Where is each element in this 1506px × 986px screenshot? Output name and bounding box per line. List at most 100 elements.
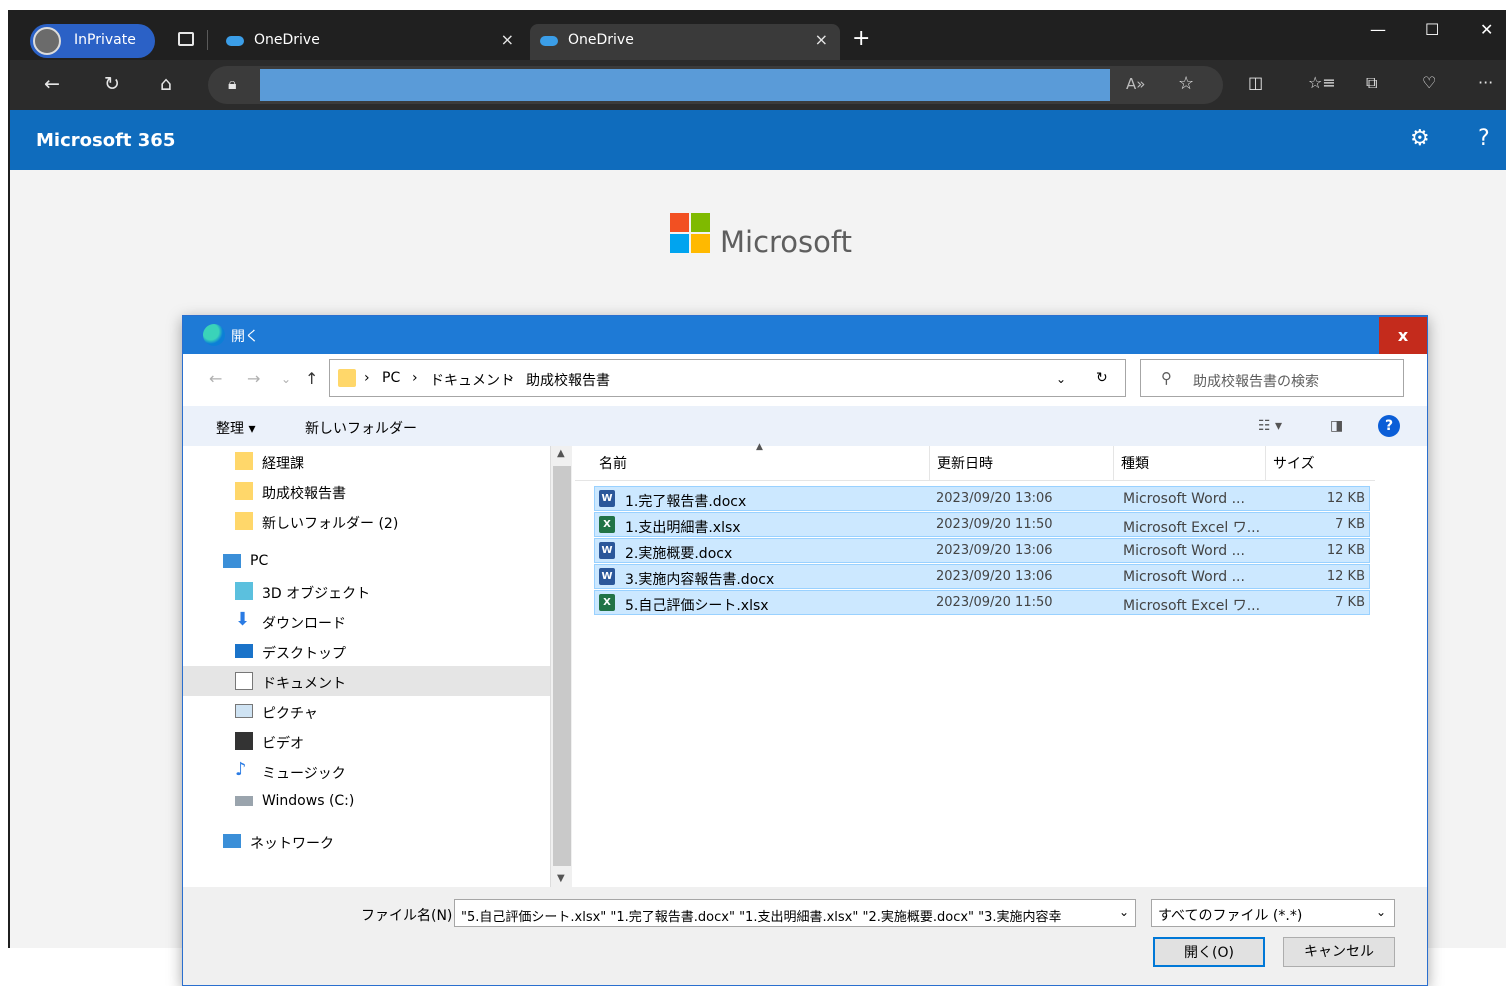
scroll-down-icon[interactable]: ▼ [557, 873, 565, 884]
new-tab-button[interactable]: + [852, 26, 870, 51]
minimize-button[interactable]: — [1370, 20, 1386, 39]
breadcrumb-item-documents[interactable]: ドキュメント [430, 370, 514, 390]
nav-item-downloads[interactable]: ⬇ ダウンロード [183, 606, 550, 636]
favorites-icon[interactable]: ☆≡ [1308, 73, 1336, 92]
file-type: Microsoft Excel ワ... [1123, 520, 1261, 536]
more-icon[interactable]: ··· [1478, 73, 1493, 92]
refresh-icon[interactable]: ↻ [1096, 370, 1108, 386]
tab-actions-icon[interactable] [178, 32, 194, 46]
file-size: 12 KB [1326, 569, 1365, 584]
tab-title: OneDrive [254, 32, 320, 48]
file-row[interactable]: X 5.自己評価シート.xlsx 2023/09/20 11:50 Micros… [594, 590, 1370, 615]
nav-item-label: ビデオ [262, 736, 304, 752]
inprivate-badge[interactable]: InPrivate [30, 24, 155, 58]
path-dropdown-icon[interactable]: ⌄ [1056, 372, 1066, 386]
file-size: 12 KB [1326, 491, 1365, 506]
column-divider [1265, 446, 1266, 480]
chevron-down-icon[interactable]: ⌄ [1119, 905, 1129, 919]
file-type: Microsoft Word ... [1123, 569, 1245, 585]
file-type: Microsoft Word ... [1123, 491, 1245, 507]
nav-item-accounting[interactable]: 経理課 [183, 446, 550, 476]
nav-item-music[interactable]: ♪ ミュージック [183, 756, 550, 786]
settings-icon[interactable]: ⚙ [1410, 126, 1430, 151]
nav-item-pc[interactable]: PC [183, 546, 550, 576]
header-divider [575, 480, 1375, 481]
help-icon[interactable]: ? [1378, 415, 1400, 437]
cancel-button[interactable]: キャンセル [1283, 937, 1395, 967]
nav-item-label: 助成校報告書 [262, 486, 346, 502]
nav-item-videos[interactable]: ビデオ [183, 726, 550, 756]
column-header-type[interactable]: 種類 [1121, 453, 1149, 473]
nav-item-network[interactable]: ネットワーク [183, 826, 550, 856]
download-icon: ⬇ [235, 609, 251, 630]
nav-item-new-folder-2[interactable]: 新しいフォルダー (2) [183, 506, 550, 536]
refresh-icon[interactable]: ↻ [104, 73, 120, 95]
nav-item-windows-c[interactable]: Windows (C:) [183, 786, 550, 816]
drive-icon [235, 796, 253, 806]
new-folder-button[interactable]: 新しいフォルダー [305, 418, 417, 438]
organize-button[interactable]: 整理 ▾ [216, 418, 255, 438]
collections-icon[interactable]: ⧉ [1366, 73, 1377, 93]
nav-item-desktop[interactable]: デスクトップ [183, 636, 550, 666]
favorite-star-icon[interactable]: ☆ [1178, 73, 1194, 94]
column-header-name[interactable]: 名前 [599, 453, 627, 473]
filetype-select[interactable]: すべてのファイル (*.*) ⌄ [1151, 899, 1395, 927]
file-row[interactable]: X 1.支出明細書.xlsx 2023/09/20 11:50 Microsof… [594, 512, 1370, 537]
file-date: 2023/09/20 11:50 [936, 595, 1053, 610]
m365-title[interactable]: Microsoft 365 [36, 130, 175, 151]
tab-close-icon[interactable]: × [815, 30, 828, 49]
recent-dropdown-icon[interactable]: ⌄ [281, 372, 291, 386]
url-text-selected[interactable] [260, 69, 1110, 101]
breadcrumb-item-folder[interactable]: 助成校報告書 [526, 370, 610, 390]
scrollbar-thumb[interactable] [553, 466, 571, 866]
maximize-button[interactable]: ☐ [1425, 20, 1439, 39]
scroll-up-icon[interactable]: ▲ [557, 448, 565, 459]
preview-pane-icon[interactable]: ◨ [1330, 418, 1343, 434]
command-bar: 整理 ▾ 新しいフォルダー ☷ ▾ ◨ ? [183, 406, 1427, 446]
forward-arrow-icon[interactable]: → [247, 369, 260, 388]
tab-onedrive-2[interactable]: OneDrive × [530, 24, 840, 60]
nav-scrollbar[interactable]: ▲ ▼ [550, 446, 572, 887]
close-window-button[interactable]: ✕ [1480, 20, 1493, 39]
home-icon[interactable]: ⌂ [160, 73, 172, 95]
back-icon[interactable]: ← [44, 73, 60, 95]
tab-onedrive-1[interactable]: OneDrive × [216, 24, 526, 60]
file-list: ▲ 名前 更新日時 種類 サイズ W 1.完了報告書.docx 2023/09/… [575, 442, 1427, 887]
open-button[interactable]: 開く(O) [1153, 937, 1265, 967]
desktop-icon [235, 644, 253, 658]
filename-input[interactable]: "5.自己評価シート.xlsx" "1.完了報告書.docx" "1.支出明細書… [454, 899, 1136, 927]
file-name: 5.自己評価シート.xlsx [625, 598, 769, 614]
back-arrow-icon[interactable]: ← [209, 369, 222, 388]
breadcrumb-item-pc[interactable]: PC [382, 370, 400, 386]
breadcrumb[interactable]: › PC › ドキュメント › 助成校報告書 ⌄ ↻ [329, 359, 1126, 397]
up-arrow-icon[interactable]: ↑ [305, 369, 318, 388]
dialog-close-button[interactable]: x [1379, 317, 1427, 354]
file-row[interactable]: W 1.完了報告書.docx 2023/09/20 13:06 Microsof… [594, 486, 1370, 511]
help-icon[interactable]: ? [1478, 126, 1490, 151]
nav-item-report-folder[interactable]: 助成校報告書 [183, 476, 550, 506]
view-options-icon[interactable]: ☷ ▾ [1258, 418, 1282, 434]
tab-bar: InPrivate OneDrive × OneDrive × + — ☐ ✕ [10, 10, 1506, 60]
file-row[interactable]: W 3.実施内容報告書.docx 2023/09/20 13:06 Micros… [594, 564, 1370, 589]
nav-item-pictures[interactable]: ピクチャ [183, 696, 550, 726]
file-row[interactable]: W 2.実施概要.docx 2023/09/20 13:06 Microsoft… [594, 538, 1370, 563]
nav-item-documents[interactable]: ドキュメント [183, 666, 550, 696]
search-input[interactable]: ⚲ 助成校報告書の検索 [1140, 359, 1404, 397]
filename-label: ファイル名(N): [361, 908, 458, 924]
microsoft-brand: Microsoft [720, 225, 852, 259]
dialog-footer: ファイル名(N): "5.自己評価シート.xlsx" "1.完了報告書.docx… [183, 887, 1427, 985]
browser-essentials-icon[interactable]: ♡ [1422, 73, 1436, 92]
dialog-title: 開く [231, 329, 259, 345]
tab-close-icon[interactable]: × [501, 30, 514, 49]
nav-item-label: ネットワーク [250, 836, 334, 852]
read-aloud-icon[interactable]: A» [1126, 75, 1145, 93]
chevron-down-icon[interactable]: ⌄ [1376, 905, 1386, 919]
folder-icon [235, 452, 253, 470]
address-bar[interactable]: 🔒︎ A» ☆ [208, 66, 1223, 104]
nav-item-3d-objects[interactable]: 3D オブジェクト [183, 576, 550, 606]
column-header-date[interactable]: 更新日時 [937, 453, 993, 473]
column-header-size[interactable]: サイズ [1273, 453, 1315, 473]
nav-item-label: 3D オブジェクト [262, 586, 371, 602]
word-file-icon: W [599, 542, 615, 559]
split-screen-icon[interactable]: ◫ [1248, 73, 1263, 92]
